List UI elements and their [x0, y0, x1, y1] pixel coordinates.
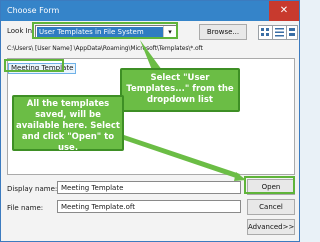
arrow-to-open-button: [124, 135, 240, 178]
arrow-to-dropdown: [140, 40, 162, 70]
arrowhead-open-icon: [234, 172, 246, 181]
callout-templates-available: All the templates saved, will be availab…: [12, 95, 124, 153]
callout-select-user-templates: Select "User Templates..." from the drop…: [120, 68, 240, 112]
